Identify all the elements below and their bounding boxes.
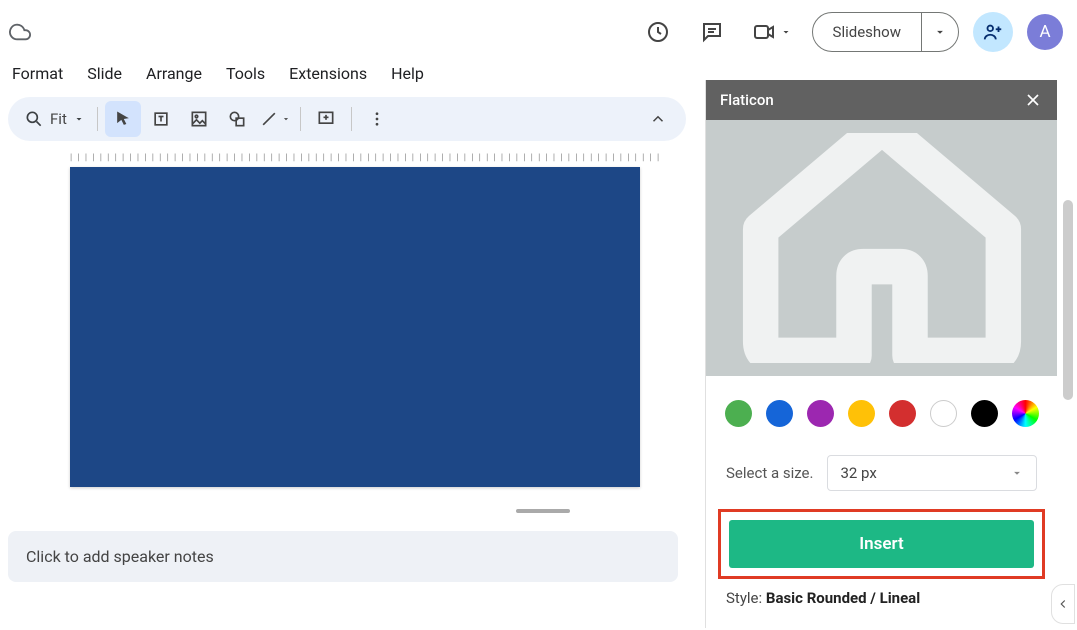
style-info: Style: Basic Rounded / Lineal — [706, 589, 1057, 607]
color-swatches — [706, 376, 1057, 445]
comment-tool[interactable] — [308, 101, 344, 137]
slideshow-label[interactable]: Slideshow — [813, 13, 922, 51]
collapse-toolbar-icon[interactable] — [640, 101, 676, 137]
history-icon[interactable] — [638, 12, 678, 52]
insert-highlight: Insert — [718, 509, 1045, 579]
cloud-save-icon — [8, 20, 32, 44]
separator — [351, 107, 352, 131]
separator — [300, 107, 301, 131]
size-value: 32 px — [840, 464, 876, 482]
panel-scrollbar[interactable] — [1063, 200, 1073, 400]
insert-button[interactable]: Insert — [729, 520, 1034, 568]
account-avatar[interactable]: A — [1027, 14, 1063, 50]
menu-tools[interactable]: Tools — [226, 64, 265, 83]
icon-preview — [706, 120, 1057, 376]
side-expand-tab[interactable] — [1051, 584, 1075, 624]
slide-content[interactable] — [70, 167, 640, 487]
size-label: Select a size. — [726, 464, 813, 482]
select-tool[interactable] — [105, 101, 141, 137]
speaker-notes[interactable]: Click to add speaker notes — [8, 531, 678, 582]
house-icon — [742, 133, 1022, 363]
menu-format[interactable]: Format — [12, 64, 63, 83]
slideshow-button[interactable]: Slideshow — [812, 12, 959, 52]
color-swatch[interactable] — [807, 400, 834, 427]
image-tool[interactable] — [181, 101, 217, 137]
line-tool[interactable] — [257, 101, 293, 137]
menu-slide[interactable]: Slide — [87, 64, 122, 83]
size-select[interactable]: 32 px — [827, 455, 1037, 491]
color-swatch[interactable] — [930, 400, 957, 427]
separator — [97, 107, 98, 131]
flaticon-panel: Flaticon Select a size. 32 px Insert Sty… — [705, 80, 1057, 628]
zoom-selector[interactable]: Fit — [18, 105, 91, 133]
menu-extensions[interactable]: Extensions — [289, 64, 367, 83]
color-swatch[interactable] — [766, 400, 793, 427]
color-swatch[interactable] — [889, 400, 916, 427]
color-swatch[interactable] — [1012, 400, 1039, 427]
comments-icon[interactable] — [692, 12, 732, 52]
meet-button[interactable] — [746, 20, 798, 44]
notes-resize-handle[interactable] — [516, 509, 570, 513]
slide-canvas[interactable] — [70, 167, 640, 487]
close-icon[interactable] — [1023, 90, 1043, 110]
zoom-label: Fit — [50, 110, 67, 128]
menu-arrange[interactable]: Arrange — [146, 64, 202, 83]
menu-help[interactable]: Help — [391, 64, 424, 83]
textbox-tool[interactable] — [143, 101, 179, 137]
slideshow-dropdown[interactable] — [922, 25, 958, 39]
panel-title: Flaticon — [720, 91, 774, 109]
share-button[interactable] — [973, 12, 1013, 52]
color-swatch[interactable] — [725, 400, 752, 427]
more-tools-icon[interactable] — [359, 101, 395, 137]
color-swatch[interactable] — [971, 400, 998, 427]
shape-tool[interactable] — [219, 101, 255, 137]
color-swatch[interactable] — [848, 400, 875, 427]
